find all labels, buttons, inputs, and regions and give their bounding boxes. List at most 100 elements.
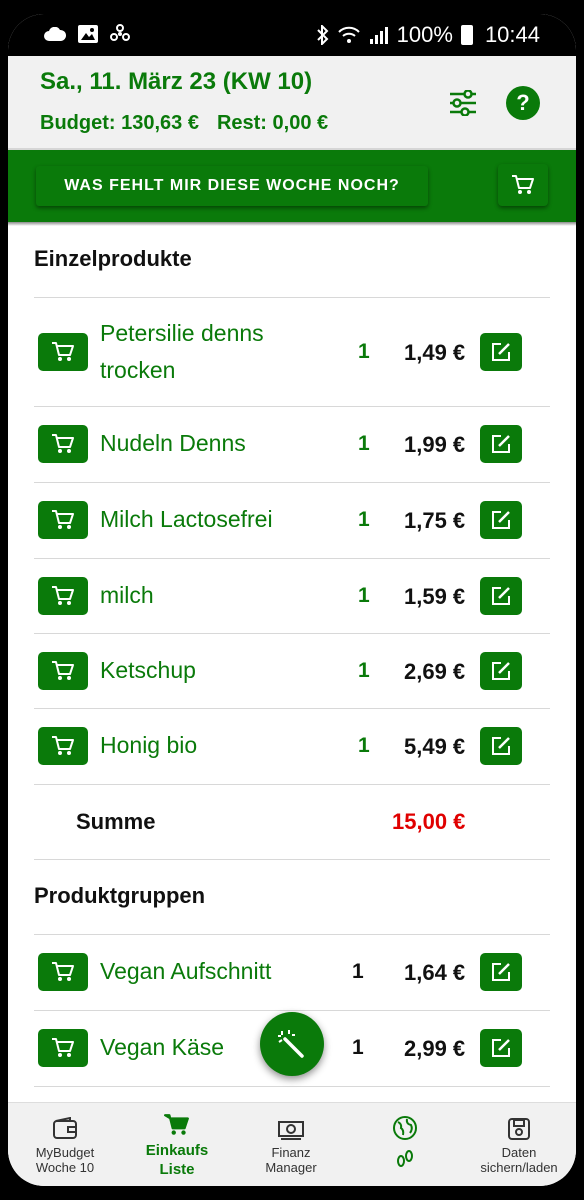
- nav-label: Daten: [501, 1145, 537, 1160]
- nav-sublabel: sichern/laden: [480, 1160, 558, 1175]
- add-to-cart-button[interactable]: [38, 953, 88, 991]
- cloud-icon: [44, 27, 66, 41]
- nav-label: Finanz: [271, 1145, 311, 1160]
- cart-icon: [512, 175, 534, 194]
- item-price: 1,59 €: [404, 584, 466, 609]
- date-title: Sa., 11. März 23 (KW 10): [40, 68, 313, 95]
- cart-icon: [52, 510, 74, 529]
- item-quantity: 1: [352, 1036, 364, 1059]
- item-quantity: 1: [358, 659, 370, 682]
- bluetooth-icon: [316, 25, 329, 45]
- edit-icon: [492, 963, 510, 981]
- add-to-cart-button[interactable]: [38, 425, 88, 463]
- edit-icon: [492, 435, 510, 453]
- magic-wand-fab[interactable]: [260, 1012, 324, 1076]
- fan-icon: [110, 24, 130, 41]
- item-name: Vegan Aufschnitt: [100, 958, 272, 984]
- status-icons-left: [44, 24, 130, 44]
- battery-percent: 100%: [396, 22, 453, 47]
- edit-item-button[interactable]: [480, 333, 522, 371]
- budget-summary: Budget: 130,63 € Rest: 0,00 €: [40, 112, 328, 135]
- budget-value: Budget: 130,63 €: [40, 112, 199, 134]
- item-price: 1,75 €: [404, 508, 466, 533]
- nav-sublabel: Manager: [265, 1160, 317, 1175]
- edit-item-button[interactable]: [480, 1029, 522, 1067]
- edit-icon: [492, 343, 510, 361]
- wallet-icon: [53, 1117, 77, 1139]
- item-price: 1,64 €: [404, 960, 466, 985]
- sum-row: Summe 15,00 €: [34, 785, 550, 860]
- clock: 10:44: [484, 22, 540, 47]
- add-to-cart-button[interactable]: [38, 577, 88, 615]
- image-icon: [78, 25, 98, 43]
- edit-icon: [492, 511, 510, 529]
- cart-icon: [52, 586, 74, 605]
- item-name: milch: [100, 582, 154, 608]
- list-item: Nudeln Denns 1 1,99 €: [34, 407, 550, 482]
- battery-icon: [460, 25, 473, 45]
- edit-item-button[interactable]: [480, 577, 522, 615]
- banner-shadow: [8, 222, 576, 226]
- nav-sublabel: Woche 10: [35, 1160, 95, 1175]
- nav-item-daten[interactable]: Daten sichern/laden: [464, 1111, 574, 1175]
- nav-item-footprint[interactable]: [350, 1111, 460, 1174]
- footprint-icon: [397, 1150, 413, 1167]
- edit-icon: [492, 1039, 510, 1057]
- section-title-produktgruppen: Produktgruppen: [34, 883, 206, 908]
- item-price: 1,99 €: [404, 432, 466, 457]
- cart-icon: [52, 434, 74, 453]
- nav-item-einkaufsliste[interactable]: Einkaufs Liste: [122, 1107, 232, 1179]
- add-to-cart-button[interactable]: [38, 727, 88, 765]
- item-quantity: 1: [352, 960, 364, 983]
- add-to-cart-button[interactable]: [38, 652, 88, 690]
- item-name: Nudeln Denns: [100, 430, 246, 456]
- cart-icon: [164, 1114, 189, 1135]
- item-quantity: 1: [358, 734, 370, 757]
- list-item: Petersilie denns trocken 1 1,49 €: [34, 298, 550, 406]
- filter-settings-icon[interactable]: [448, 90, 478, 116]
- nav-item-mybudget[interactable]: MyBudget Woche 10: [10, 1111, 120, 1175]
- item-name-line1: Petersilie denns: [100, 320, 264, 346]
- sum-value: 15,00 €: [392, 809, 466, 834]
- bottom-navigation: MyBudget Woche 10 Einkaufs Liste Finanz Man…: [8, 1102, 576, 1186]
- divider: [34, 1086, 550, 1087]
- list-item: Ketschup 1 2,69 €: [34, 634, 550, 709]
- item-name: Ketschup: [100, 657, 196, 683]
- list-item: Milch Lactosefrei 1 1,75 €: [34, 483, 550, 558]
- cart-icon: [52, 962, 74, 981]
- cart-icon: [52, 1038, 74, 1057]
- item-name: Petersilie denns trocken: [100, 315, 264, 389]
- edit-item-button[interactable]: [480, 727, 522, 765]
- add-to-cart-button[interactable]: [38, 333, 88, 371]
- status-bar: 100% 10:44: [8, 14, 576, 56]
- item-price: 2,69 €: [404, 659, 466, 684]
- list-item: milch 1 1,59 €: [34, 559, 550, 634]
- add-to-cart-button[interactable]: [38, 1029, 88, 1067]
- status-icons-right: 100% 10:44: [316, 22, 540, 48]
- edit-item-button[interactable]: [480, 953, 522, 991]
- item-price: 2,99 €: [404, 1036, 466, 1061]
- cart-icon: [52, 342, 74, 361]
- cart-icon: [52, 736, 74, 755]
- edit-item-button[interactable]: [480, 501, 522, 539]
- nav-label: Einkaufs: [145, 1142, 209, 1159]
- signal-icon: [369, 27, 388, 44]
- edit-item-button[interactable]: [480, 425, 522, 463]
- banner-cart-button[interactable]: [498, 164, 548, 206]
- section-title-einzelprodukte: Einzelprodukte: [34, 246, 192, 271]
- edit-item-button[interactable]: [480, 652, 522, 690]
- help-icon[interactable]: ?: [506, 86, 540, 120]
- sum-label: Summe: [76, 809, 156, 834]
- magic-wand-icon: [278, 1030, 304, 1058]
- item-name-line2: trocken: [100, 357, 176, 383]
- nav-item-finanzmanager[interactable]: Finanz Manager: [236, 1111, 346, 1175]
- missing-items-button[interactable]: WAS FEHLT MIR DIESE WOCHE NOCH?: [36, 166, 428, 206]
- money-icon: [278, 1121, 304, 1140]
- item-quantity: 1: [358, 432, 370, 455]
- item-name: Honig bio: [100, 732, 198, 758]
- globe-icon: [393, 1116, 417, 1140]
- divider: [34, 859, 550, 860]
- floppy-icon: [508, 1118, 530, 1140]
- app-header: Sa., 11. März 23 (KW 10) Budget: 130,63 …: [8, 56, 576, 148]
- add-to-cart-button[interactable]: [38, 501, 88, 539]
